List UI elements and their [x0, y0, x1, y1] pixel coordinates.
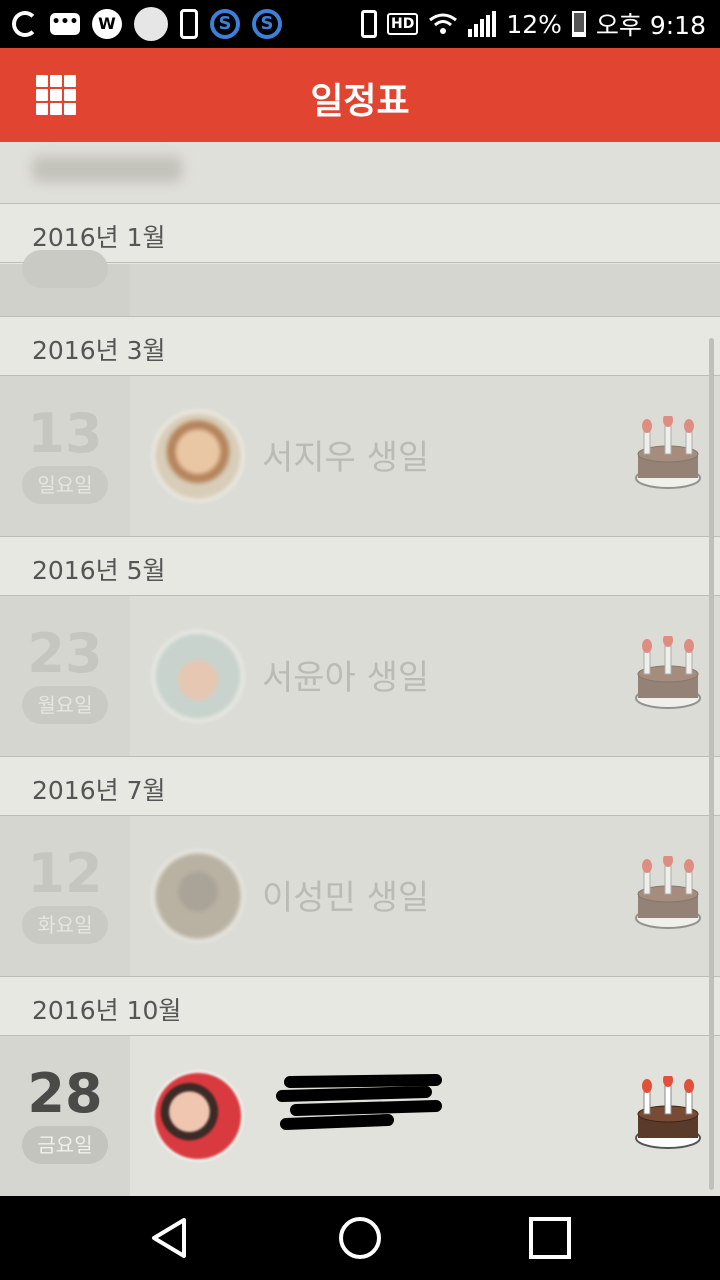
event-day: 12 [27, 842, 103, 905]
schedule-list[interactable]: 2016년 1월 2016년 3월 13 일요일 서지우 생일 2016년 5월 [0, 142, 720, 1196]
recents-icon[interactable] [526, 1214, 574, 1262]
date-column: 13 일요일 [0, 376, 130, 536]
talk-icon: ••• [50, 13, 80, 35]
scrollbar[interactable] [709, 338, 714, 1190]
wifi-icon [429, 13, 458, 34]
back-icon[interactable] [146, 1214, 194, 1262]
date-column: 28 금요일 [0, 1036, 130, 1196]
s-app-icon: S [210, 9, 240, 39]
event-row[interactable]: 12 화요일 이성민 생일 [0, 816, 720, 976]
clock: 오후 9:18 [595, 11, 706, 40]
battery-icon [571, 11, 586, 37]
event-row[interactable]: 23 월요일 서윤아 생일 [0, 596, 720, 756]
system-icons: HD 12% 오후 9:18 [360, 6, 706, 42]
month-label: 2016년 5월 [32, 556, 166, 585]
status-bar: ••• W S S HD 12% 오후 9:18 [0, 0, 720, 48]
birthday-cake-icon [635, 636, 701, 709]
month-header: 2016년 1월 [0, 203, 720, 263]
partial-row[interactable] [0, 250, 720, 318]
month-header: 2016년 3월 [0, 316, 720, 376]
birthday-cake-icon [635, 856, 701, 929]
date-column: 12 화요일 [0, 816, 130, 976]
month-header: 2016년 7월 [0, 756, 720, 816]
app-bar: 일정표 [0, 48, 720, 142]
battery-percent: 12% [506, 9, 562, 39]
avatar [152, 850, 244, 942]
page-title: 일정표 [310, 81, 410, 122]
event-day: 28 [27, 1062, 103, 1125]
month-label: 2016년 10월 [32, 996, 182, 1025]
vibrate-icon [360, 10, 377, 38]
blurred-header-strip [0, 142, 720, 204]
event-row[interactable]: 28 금요일 [0, 1036, 720, 1196]
s-app-icon: S [252, 9, 282, 39]
month-label: 2016년 1월 [32, 223, 166, 252]
event-day: 23 [27, 622, 103, 685]
month-label: 2016년 3월 [32, 336, 166, 365]
event-name: 이성민 생일 [262, 878, 430, 918]
event-row[interactable]: 13 일요일 서지우 생일 [0, 376, 720, 536]
month-header: 2016년 5월 [0, 536, 720, 596]
event-name: 서윤아 생일 [262, 658, 430, 698]
avatar [152, 630, 244, 722]
event-day: 13 [27, 402, 103, 465]
date-column: 23 월요일 [0, 596, 130, 756]
month-header: 2016년 10월 [0, 976, 720, 1036]
event-name: 서지우 생일 [262, 438, 430, 478]
event-weekday: 금요일 [22, 1126, 108, 1164]
w-icon: W [92, 9, 122, 39]
month-label: 2016년 7월 [32, 776, 166, 805]
event-weekday: 화요일 [22, 906, 108, 944]
avatar [152, 410, 244, 502]
navigation-bar [0, 1196, 720, 1280]
event-weekday: 월요일 [22, 686, 108, 724]
redaction-mark [276, 1074, 442, 1130]
avatar [152, 1070, 244, 1162]
app-g-icon [12, 11, 38, 37]
birthday-cake-icon [635, 1076, 701, 1149]
home-icon[interactable] [336, 1214, 384, 1262]
circle-icon [134, 7, 168, 41]
event-weekday: 일요일 [22, 466, 108, 504]
phone-icon [180, 9, 198, 39]
birthday-cake-icon [635, 416, 701, 489]
hd-voice-icon: HD [386, 13, 419, 35]
signal-icon [468, 11, 497, 37]
notification-icons: ••• W S S [12, 6, 282, 42]
